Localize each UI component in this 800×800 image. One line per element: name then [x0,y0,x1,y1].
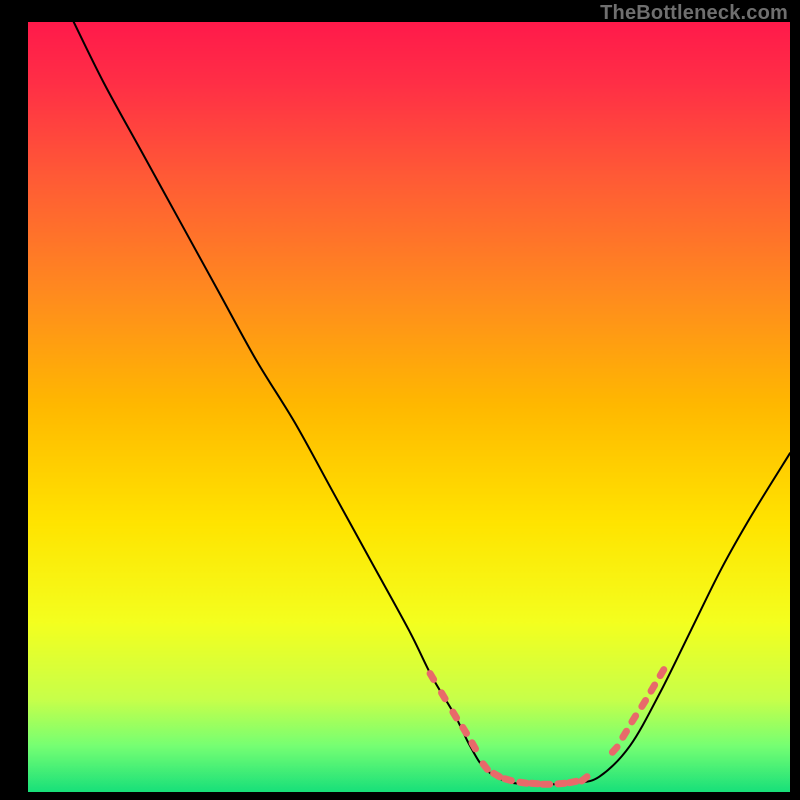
highlight-marker [618,726,631,742]
stage: TheBottleneck.com [0,0,800,800]
highlight-marker [448,707,461,723]
highlight-marker [425,669,438,685]
curve-layer [28,22,790,792]
highlight-marker [577,772,592,786]
watermark-text: TheBottleneck.com [600,2,788,25]
highlight-marker [637,696,650,712]
highlight-marker [539,781,553,788]
highlight-marker [627,711,640,727]
curve-path [74,22,790,784]
highlight-marker [607,742,622,757]
plot-area [28,22,790,792]
highlight-marker [500,774,515,785]
highlight-marker [646,680,659,696]
